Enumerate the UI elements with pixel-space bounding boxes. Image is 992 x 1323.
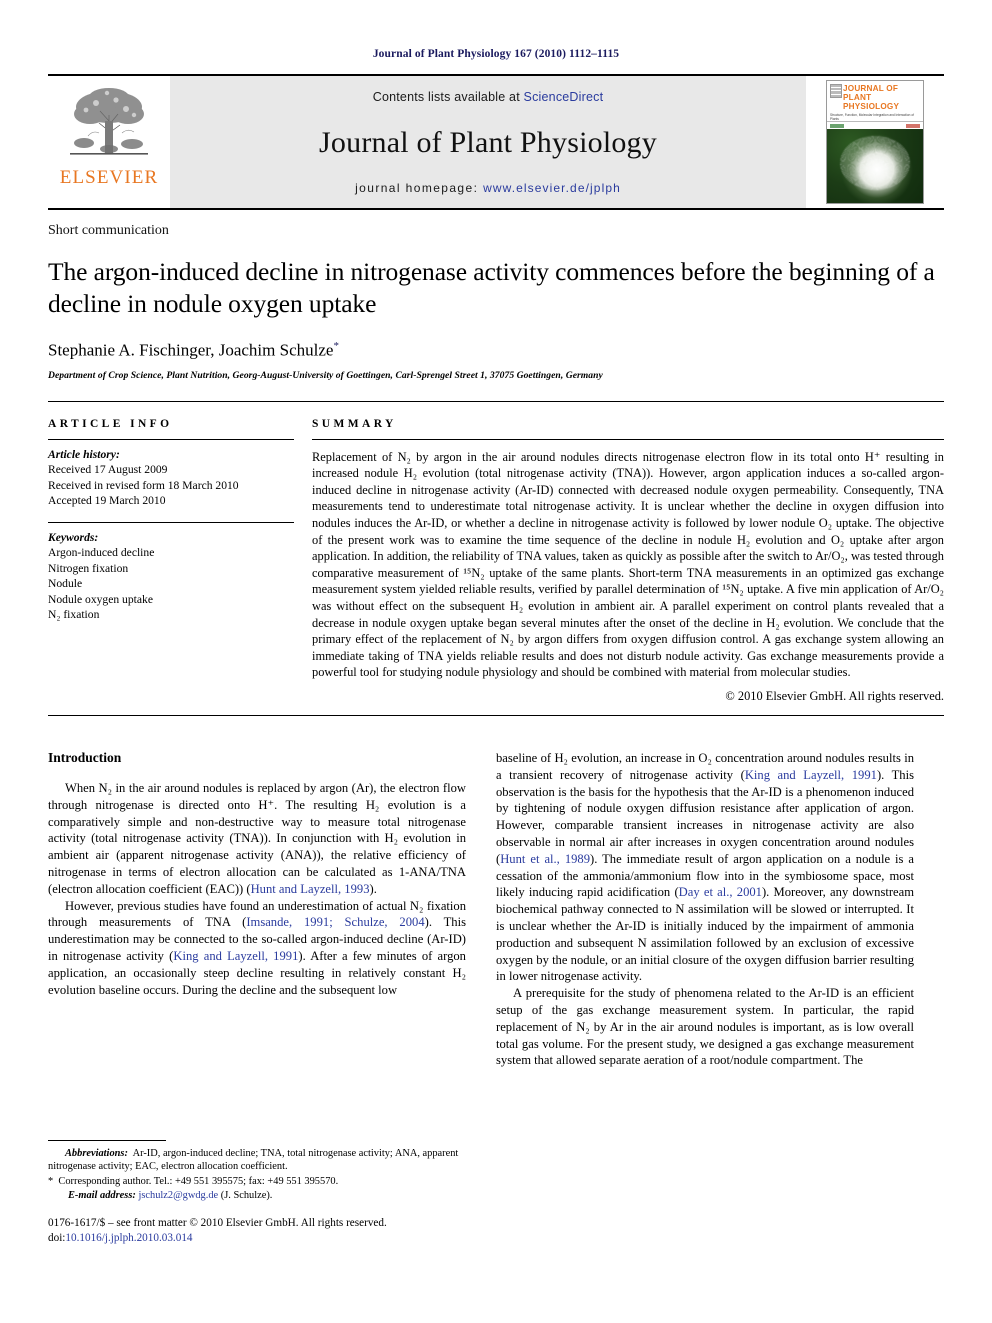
intro-p3-text-d: ). Moreover, any downstream biochemical … <box>496 885 915 984</box>
corresponding-text: Corresponding author. Tel.: +49 551 3955… <box>58 1176 339 1188</box>
cover-title-line2: PLANT PHYSIOLOGY <box>843 93 900 111</box>
elsevier-logo: ELSEVIER <box>48 76 170 208</box>
abbreviations-note: Abbreviations: Ar-ID, argon-induced decl… <box>48 1147 466 1174</box>
citation-imsande-schulze[interactable]: Imsande, 1991; Schulze, 2004 <box>246 915 424 929</box>
elsevier-wordmark: ELSEVIER <box>59 167 159 188</box>
keywords-rule <box>48 521 294 523</box>
summary-column: SUMMARY Replacement of N₂ by argon in th… <box>312 418 944 704</box>
intro-p1-text-b: ). <box>369 881 377 896</box>
contents-available-line: Contents lists available at ScienceDirec… <box>373 90 604 104</box>
citation-king-layzell-1991-b[interactable]: King and Layzell, 1991 <box>745 768 877 782</box>
summary-heading: SUMMARY <box>312 417 397 430</box>
doi-link[interactable]: 10.1016/j.jplph.2010.03.014 <box>65 1232 192 1244</box>
issn-text: 0176-1617/$ – see front matter © 2010 El… <box>48 1217 387 1230</box>
history-item: Accepted 19 March 2010 <box>48 494 166 508</box>
doi-label: doi: <box>48 1231 66 1244</box>
author-names: Stephanie A. Fischinger, Joachim Schulze <box>48 340 334 360</box>
keyword-item: N₂ fixation <box>48 608 100 622</box>
history-item: Received in revised form 18 March 2010 <box>48 478 239 492</box>
email-suffix: (J. Schulze). <box>218 1189 273 1201</box>
intro-paragraph-3: baseline of H₂ evolution, an increase in… <box>496 750 914 985</box>
cover-subtitle: Structure, Function, Molecular Integrati… <box>830 113 914 121</box>
author-list: Stephanie A. Fischinger, Joachim Schulze… <box>48 340 944 361</box>
footnotes-block: Abbreviations: Ar-ID, argon-induced decl… <box>48 1139 466 1245</box>
article-info-column: ARTICLE INFO Article history: Received 1… <box>48 418 294 704</box>
cover-logo-bar <box>827 121 923 129</box>
article-page: Journal of Plant Physiology 167 (2010) 1… <box>0 0 992 1323</box>
article-type: Short communication <box>48 223 169 238</box>
email-link[interactable]: jschulz2@gwdg.de <box>138 1190 218 1201</box>
corresponding-author-note: * Corresponding author. Tel.: +49 551 39… <box>48 1175 466 1188</box>
cover-dandelion-photo <box>827 129 923 203</box>
copyright-line: © 2010 Elsevier GmbH. All rights reserve… <box>725 688 944 703</box>
journal-cover-block: JOURNAL OF PLANT PHYSIOLOGY Structure, F… <box>806 76 944 208</box>
cover-title-line1: JOURNAL OF <box>843 84 899 93</box>
intro-paragraph-4: A prerequisite for the study of phenomen… <box>496 986 914 1068</box>
affiliation: Department of Crop Science, Plant Nutrit… <box>48 369 603 381</box>
journal-masthead: ELSEVIER Contents lists available at Sci… <box>48 74 944 210</box>
footnote-divider <box>48 1139 166 1141</box>
left-column: Introduction When N₂ in the air around n… <box>48 750 466 1245</box>
journal-homepage-line: journal homepage: www.elsevier.de/jplph <box>355 181 621 195</box>
article-history-label: Article history: <box>48 447 120 461</box>
email-note: E-mail address: jschulz2@gwdg.de (J. Sch… <box>48 1189 466 1202</box>
intro-paragraph-2: However, previous studies have found an … <box>48 898 466 999</box>
divider-above-info <box>48 400 944 402</box>
corresponding-star: * <box>48 1176 54 1188</box>
abstract-text: Replacement of N₂ by argon in the air ar… <box>312 449 944 680</box>
issn-copyright-line: 0176-1617/$ – see front matter © 2010 El… <box>48 1216 466 1245</box>
cover-header: JOURNAL OF PLANT PHYSIOLOGY Structure, F… <box>827 81 923 121</box>
cover-elsevier-icon <box>830 84 842 98</box>
right-column: baseline of H₂ evolution, an increase in… <box>496 750 914 1245</box>
homepage-prefix: journal homepage: <box>355 181 484 195</box>
cover-badge-right <box>906 123 920 128</box>
elsevier-tree-icon <box>66 81 152 167</box>
running-head: Journal of Plant Physiology 167 (2010) 1… <box>372 48 620 60</box>
article-info-heading: ARTICLE INFO <box>48 417 173 430</box>
divider-below-summary <box>48 714 944 716</box>
citation-day-et-al-2001[interactable]: Day et al., 2001 <box>679 885 762 899</box>
article-history-block: Article history: Received 17 August 2009… <box>48 447 294 509</box>
article-info-rule <box>48 438 294 440</box>
email-label: E-mail address: <box>68 1189 136 1201</box>
citation-hunt-et-al-1989[interactable]: Hunt et al., 1989 <box>500 852 590 866</box>
page-title: The argon-induced decline in nitrogenase… <box>48 257 935 318</box>
keywords-block: Keywords: Argon-induced decline Nitrogen… <box>48 530 294 623</box>
masthead-center: Contents lists available at ScienceDirec… <box>170 76 806 208</box>
keywords-label: Keywords: <box>48 530 99 544</box>
intro-paragraph-1: When N₂ in the air around nodules is rep… <box>48 780 466 898</box>
summary-rule <box>312 438 944 440</box>
abbreviations-label: Abbreviations: <box>65 1147 128 1159</box>
body-columns: Introduction When N₂ in the air around n… <box>48 750 944 1245</box>
contents-prefix: Contents lists available at <box>372 90 524 104</box>
keyword-item: Nitrogen fixation <box>48 561 129 575</box>
keyword-item: Nodule <box>48 577 83 591</box>
history-item: Received 17 August 2009 <box>48 463 168 477</box>
journal-cover-image: JOURNAL OF PLANT PHYSIOLOGY Structure, F… <box>826 80 924 204</box>
keyword-item: Argon-induced decline <box>48 546 155 560</box>
intro-p1-text-a: When N₂ in the air around nodules is rep… <box>48 780 466 896</box>
corresponding-author-marker: * <box>333 340 339 352</box>
sciencedirect-link[interactable]: ScienceDirect <box>524 90 604 104</box>
journal-title: Journal of Plant Physiology <box>319 125 657 159</box>
info-summary-region: ARTICLE INFO Article history: Received 1… <box>48 418 944 704</box>
cover-badge-left <box>830 123 844 128</box>
journal-homepage-link[interactable]: www.elsevier.de/jplph <box>483 181 621 195</box>
citation-king-layzell-1991-a[interactable]: King and Layzell, 1991 <box>173 949 298 963</box>
citation-hunt-layzell-1993[interactable]: Hunt and Layzell, 1993 <box>251 882 370 896</box>
section-heading-introduction: Introduction <box>48 749 122 765</box>
keyword-item: Nodule oxygen uptake <box>48 592 153 606</box>
